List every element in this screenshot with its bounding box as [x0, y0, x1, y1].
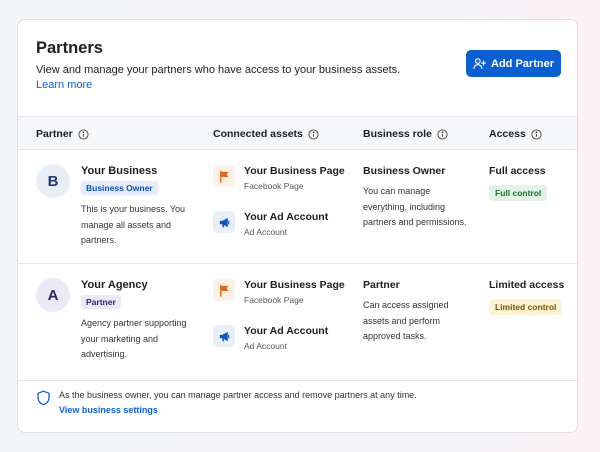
- flag-icon: [219, 284, 229, 297]
- card-footer: As the business owner, you can manage pa…: [18, 381, 577, 432]
- avatar: B: [36, 164, 70, 198]
- asset-type: Facebook Page: [244, 181, 304, 191]
- business-role: Partner: [363, 279, 400, 291]
- asset-icon-ad-account: [213, 211, 235, 233]
- asset-icon-ad-account: [213, 325, 235, 347]
- megaphone-icon: [219, 331, 229, 341]
- asset-name[interactable]: Your Ad Account: [244, 325, 328, 337]
- partner-description: This is your business. You manage all as…: [81, 204, 186, 245]
- asset-name[interactable]: Your Ad Account: [244, 211, 328, 223]
- partner-name: Your Agency: [81, 279, 148, 291]
- asset-type: Facebook Page: [244, 295, 304, 305]
- shield-icon: [37, 390, 50, 406]
- business-role: Business Owner: [363, 165, 446, 177]
- add-user-icon: [473, 58, 487, 69]
- view-business-settings-link[interactable]: View business settings: [59, 405, 158, 415]
- asset-type: Ad Account: [244, 227, 288, 237]
- asset-icon-page: [213, 279, 235, 301]
- partner-description: Agency partner supporting your marketing…: [81, 318, 187, 359]
- asset-type: Ad Account: [244, 341, 288, 351]
- card-header: Partners View and manage your partners w…: [18, 20, 577, 116]
- page-description: View and manage your partners who have a…: [36, 64, 401, 76]
- role-description: You can manage everything, including par…: [363, 186, 467, 227]
- info-icon[interactable]: [437, 128, 448, 140]
- access-level: Limited access: [489, 279, 565, 291]
- access-level: Full access: [489, 165, 546, 177]
- asset-name[interactable]: Your Business Page: [244, 165, 345, 177]
- partners-card: Partners View and manage your partners w…: [17, 19, 578, 433]
- add-partner-button[interactable]: Add Partner: [466, 50, 561, 77]
- partner-badge: Business Owner: [81, 181, 158, 195]
- table-row: B Your Business Business Owner This is y…: [18, 150, 577, 264]
- partner-name: Your Business: [81, 165, 158, 177]
- page-title: Partners: [36, 39, 103, 57]
- asset-icon-page: [213, 165, 235, 187]
- column-header-partner: Partner: [36, 128, 89, 140]
- avatar: A: [36, 278, 70, 312]
- table-row: A Your Agency Partner Agency partner sup…: [18, 264, 577, 381]
- info-icon[interactable]: [308, 128, 319, 140]
- megaphone-icon: [219, 217, 229, 227]
- column-header-connected-assets: Connected assets: [213, 128, 319, 140]
- asset-name[interactable]: Your Business Page: [244, 279, 345, 291]
- column-header-access: Access: [489, 128, 542, 140]
- info-icon[interactable]: [531, 128, 542, 140]
- partner-badge: Partner: [81, 295, 121, 309]
- column-header-business-role: Business role: [363, 128, 448, 140]
- table-header: Partner Connected assets Business role A…: [18, 116, 577, 150]
- add-partner-label: Add Partner: [491, 57, 554, 70]
- flag-icon: [219, 170, 229, 183]
- access-badge: Limited control: [489, 299, 563, 315]
- info-icon[interactable]: [78, 128, 89, 140]
- learn-more-link[interactable]: Learn more: [36, 79, 92, 91]
- footer-note: As the business owner, you can manage pa…: [59, 390, 417, 400]
- role-description: Can access assigned assets and perform a…: [363, 300, 449, 341]
- access-badge: Full control: [489, 185, 548, 201]
